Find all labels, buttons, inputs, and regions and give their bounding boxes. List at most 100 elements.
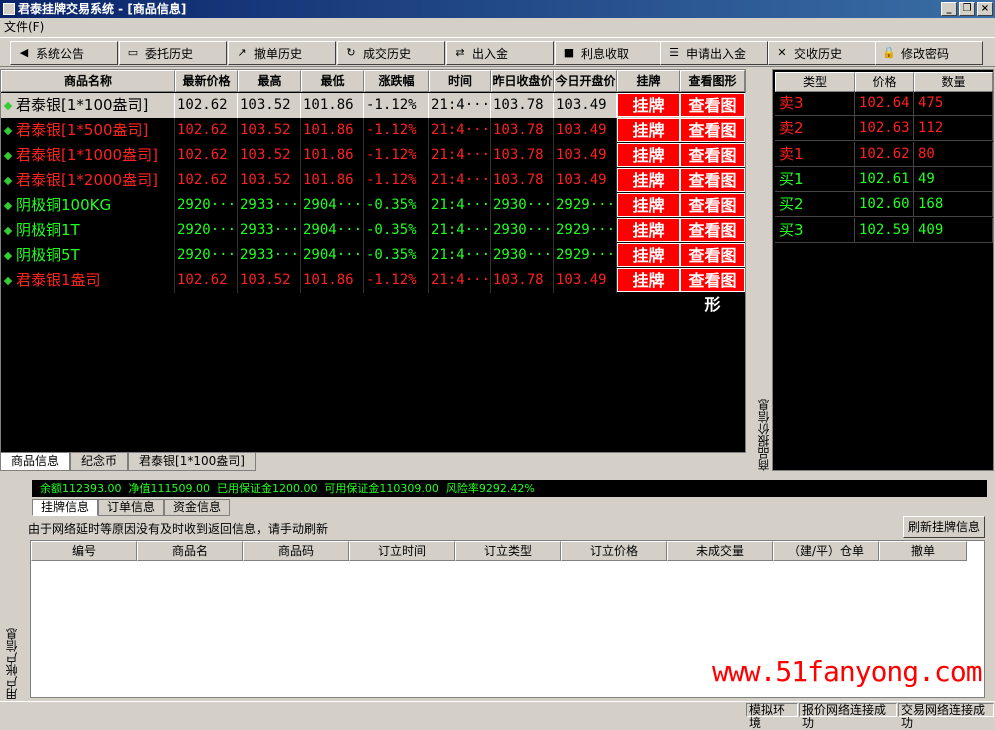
view-chart-button[interactable]: 查看图形 <box>680 143 745 189</box>
row-marker-icon <box>3 251 13 261</box>
quote-panel: 类型 价格 数量 卖3 102.64 475 卖2 102.63 112 卖1 102.62 80 买1… <box>772 69 994 471</box>
list-button[interactable]: 挂牌 <box>617 143 680 167</box>
menu-file[interactable]: 文件(F) <box>4 20 44 34</box>
close-button[interactable]: × <box>977 2 993 16</box>
bottom-tab[interactable]: 商品信息 <box>0 453 71 471</box>
column-header: 最新价格 <box>175 70 238 92</box>
list-button[interactable]: 挂牌 <box>617 243 680 267</box>
product-low: 101.86 <box>301 93 364 118</box>
product-name-text: 君泰银[1*2000盎司] <box>16 171 158 189</box>
column-header: 最低 <box>301 70 364 92</box>
product-row[interactable]: 阴极铜1T 2920··· 2933··· 2904··· -0.35% 21:4··· 2… <box>1 218 747 264</box>
toolbar-button-3[interactable]: ↗ 撤单历史 <box>228 41 336 65</box>
toolbar-button-2[interactable]: ▭ 委托历史 <box>119 41 227 65</box>
product-row[interactable]: 君泰银[1*1000盎司] 102.62 103.52 101.86 -1.12% 21:… <box>1 143 747 189</box>
listing-column-header: 订立时间 <box>349 541 455 561</box>
toolbar: ◀ 系统公告 ▭ 委托历史 ↗ 撤单历史 ↻ 成交历史 ⇄ 出入金 ■ 利息收取 ☰ 申请出入金 ✕ 交收历史… <box>0 37 995 67</box>
product-change: -0.35% <box>364 193 429 218</box>
account-tab[interactable]: 挂牌信息 <box>32 499 99 516</box>
list-button[interactable]: 挂牌 <box>617 268 680 292</box>
lock-icon: 🔒 <box>882 46 896 59</box>
toolbar-button-label: 撤单历史 <box>254 46 303 61</box>
account-tab[interactable]: 订单信息 <box>98 499 165 516</box>
quote-price: 102.63 <box>855 116 914 142</box>
toolbar-button-8[interactable]: ✕ 交收历史 <box>768 41 876 65</box>
product-low: 2904··· <box>301 243 364 268</box>
product-name: 阴极铜100KG <box>1 193 175 218</box>
exchange-icon: ✕ <box>777 46 787 59</box>
watermark: www.51fanyong.com <box>712 655 983 688</box>
quote-qty: 112 <box>914 116 993 142</box>
status-bar: 模拟环境 报价网络连接成功 交易网络连接成功 <box>0 701 995 730</box>
scrollbar[interactable] <box>987 478 995 700</box>
bottom-tab[interactable]: 纪念币 <box>70 453 129 471</box>
product-last: 102.62 <box>175 118 238 143</box>
product-prev_close: 103.78 <box>491 268 554 293</box>
view-chart-button[interactable]: 查看图形 <box>680 268 745 314</box>
product-high: 103.52 <box>238 268 301 293</box>
quote-price: 102.61 <box>855 166 914 192</box>
toolbar-button-6[interactable]: ■ 利息收取 <box>555 41 663 65</box>
listing-column-header: 未成交量 <box>667 541 773 561</box>
product-name: 君泰银[1*1000盎司] <box>1 143 175 168</box>
product-row[interactable]: 君泰银[1*500盎司] 102.62 103.52 101.86 -1.12% 21:4… <box>1 118 747 164</box>
column-header: 时间 <box>429 70 491 92</box>
row-marker-icon <box>3 126 13 136</box>
toolbar-button-label: 修改密码 <box>901 46 950 61</box>
list-button[interactable]: 挂牌 <box>617 93 680 117</box>
product-name: 君泰银[1*2000盎司] <box>1 168 175 193</box>
bottom-tab[interactable]: 君泰银[1*100盎司] <box>128 453 256 471</box>
view-chart-button[interactable]: 查看图形 <box>680 218 745 264</box>
list-icon: ☰ <box>669 46 679 59</box>
toolbar-button-7[interactable]: ☰ 申请出入金 <box>660 41 768 65</box>
product-row[interactable]: 君泰银[1*100盎司] 102.62 103.52 101.86 -1.12% 21:4… <box>1 93 747 139</box>
product-high: 103.52 <box>238 168 301 193</box>
account-tab[interactable]: 资金信息 <box>164 499 231 516</box>
status-item: 报价网络连接成功 <box>799 703 897 730</box>
list-button[interactable]: 挂牌 <box>617 193 680 217</box>
row-marker-icon <box>3 276 13 286</box>
quote-type: 买2 <box>775 192 855 218</box>
product-high: 103.52 <box>238 93 301 118</box>
product-name: 君泰银1盎司 <box>1 268 175 293</box>
toolbar-button-9[interactable]: 🔒 修改密码 <box>875 41 983 65</box>
product-open: 103.49 <box>554 143 617 168</box>
product-name-text: 君泰银1盎司 <box>16 271 101 289</box>
product-row[interactable]: 君泰银[1*2000盎司] 102.62 103.52 101.86 -1.12% 21:… <box>1 168 747 214</box>
minimize-button[interactable]: _ <box>941 2 957 16</box>
list-button[interactable]: 挂牌 <box>617 168 680 192</box>
row-marker-icon <box>3 226 13 236</box>
product-time: 21:4··· <box>429 143 491 168</box>
app-icon <box>3 3 15 15</box>
toolbar-button-4[interactable]: ↻ 成交历史 <box>337 41 445 65</box>
product-prev_close: 103.78 <box>491 143 554 168</box>
product-last: 102.62 <box>175 93 238 118</box>
refresh-listing-button[interactable]: 刷新挂牌信息 <box>903 516 985 538</box>
view-chart-button[interactable]: 查看图形 <box>680 168 745 214</box>
quote-type: 卖3 <box>775 91 855 116</box>
view-chart-button[interactable]: 查看图形 <box>680 243 745 289</box>
product-open: 103.49 <box>554 118 617 143</box>
product-low: 101.86 <box>301 268 364 293</box>
product-row[interactable]: 君泰银1盎司 102.62 103.52 101.86 -1.12% 21:4··· 103… <box>1 268 747 314</box>
product-row[interactable]: 阴极铜5T 2920··· 2933··· 2904··· -0.35% 21:4··· 2… <box>1 243 747 289</box>
export-icon: ↗ <box>237 46 247 59</box>
product-open: 2929··· <box>554 218 617 243</box>
toolbar-button-5[interactable]: ⇄ 出入金 <box>446 41 554 65</box>
view-chart-button[interactable]: 查看图形 <box>680 93 745 139</box>
product-prev_close: 2930··· <box>491 243 554 268</box>
view-chart-button[interactable]: 查看图形 <box>680 193 745 239</box>
restore-button[interactable]: ❐ <box>959 2 975 16</box>
product-time: 21:4··· <box>429 243 491 268</box>
product-low: 2904··· <box>301 218 364 243</box>
product-prev_close: 103.78 <box>491 118 554 143</box>
view-chart-button[interactable]: 查看图形 <box>680 118 745 164</box>
list-button[interactable]: 挂牌 <box>617 118 680 142</box>
product-time: 21:4··· <box>429 193 491 218</box>
product-row[interactable]: 阴极铜100KG 2920··· 2933··· 2904··· -0.35% 21:4·… <box>1 193 747 239</box>
list-button[interactable]: 挂牌 <box>617 218 680 242</box>
column-header: 涨跌幅 <box>364 70 429 92</box>
toolbar-button-1[interactable]: ◀ 系统公告 <box>10 41 118 65</box>
toolbar-button-label: 成交历史 <box>363 46 412 61</box>
product-prev_close: 103.78 <box>491 168 554 193</box>
